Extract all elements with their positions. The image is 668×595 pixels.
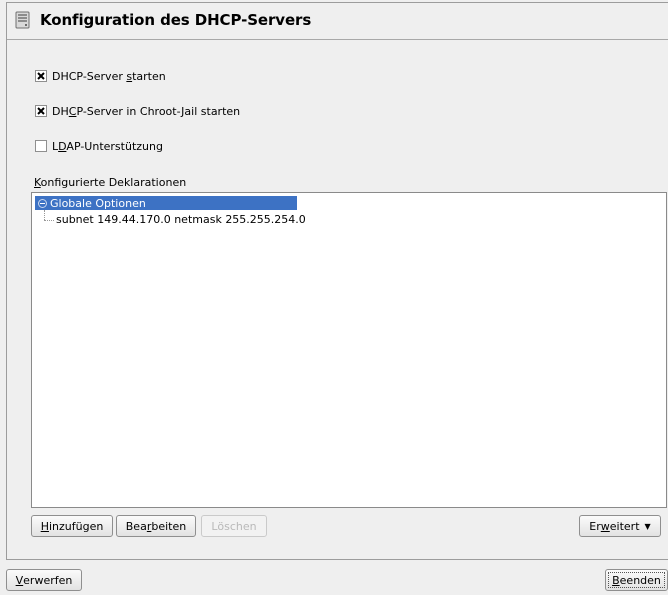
dropdown-arrow-icon: ▼ xyxy=(644,521,651,531)
server-icon xyxy=(14,11,32,29)
tree-connector xyxy=(44,220,54,221)
chroot-checkbox[interactable]: DHCP-Server in Chroot-Jail starten xyxy=(35,104,240,118)
checkbox-box[interactable] xyxy=(35,140,47,152)
add-button[interactable]: Hinzufügen xyxy=(31,515,113,537)
tree-connector xyxy=(44,210,45,220)
discard-button[interactable]: Verwerfen xyxy=(6,569,82,591)
tree-item-label: Globale Optionen xyxy=(50,196,146,210)
ldap-checkbox[interactable]: LDAP-Unterstützung xyxy=(35,139,163,153)
tree-item-global-options[interactable]: Globale Optionen xyxy=(35,196,297,210)
start-server-checkbox[interactable]: DHCP-Server starten xyxy=(35,69,166,83)
finish-button[interactable]: Beenden xyxy=(605,569,668,591)
declarations-label: Konfigurierte Deklarationen xyxy=(34,176,187,189)
checkmark-x-icon xyxy=(37,107,45,115)
checkbox-label: DHCP-Server in Chroot-Jail starten xyxy=(52,104,241,118)
dialog-header: Konfiguration des DHCP-Servers xyxy=(7,3,668,40)
checkbox-label: DHCP-Server starten xyxy=(52,69,166,83)
checkbox-box[interactable] xyxy=(35,105,47,117)
advanced-button[interactable]: Er w eitert ▼ xyxy=(579,515,661,537)
checkmark-x-icon xyxy=(37,72,45,80)
delete-button: Löschen xyxy=(201,515,267,537)
main-panel: Konfiguration des DHCP-Servers DHCP-Serv… xyxy=(6,2,668,560)
tree-item-subnet[interactable]: subnet 149.44.170.0 netmask 255.255.254.… xyxy=(56,213,306,226)
collapse-icon[interactable] xyxy=(38,198,47,208)
edit-button[interactable]: Bea r beiten xyxy=(116,515,196,537)
checkbox-label: LDAP-Unterstützung xyxy=(52,139,163,153)
checkbox-box[interactable] xyxy=(35,70,47,82)
page-title: Konfiguration des DHCP-Servers xyxy=(40,11,312,29)
declarations-tree[interactable]: Globale Optionen subnet 149.44.170.0 net… xyxy=(31,192,667,508)
